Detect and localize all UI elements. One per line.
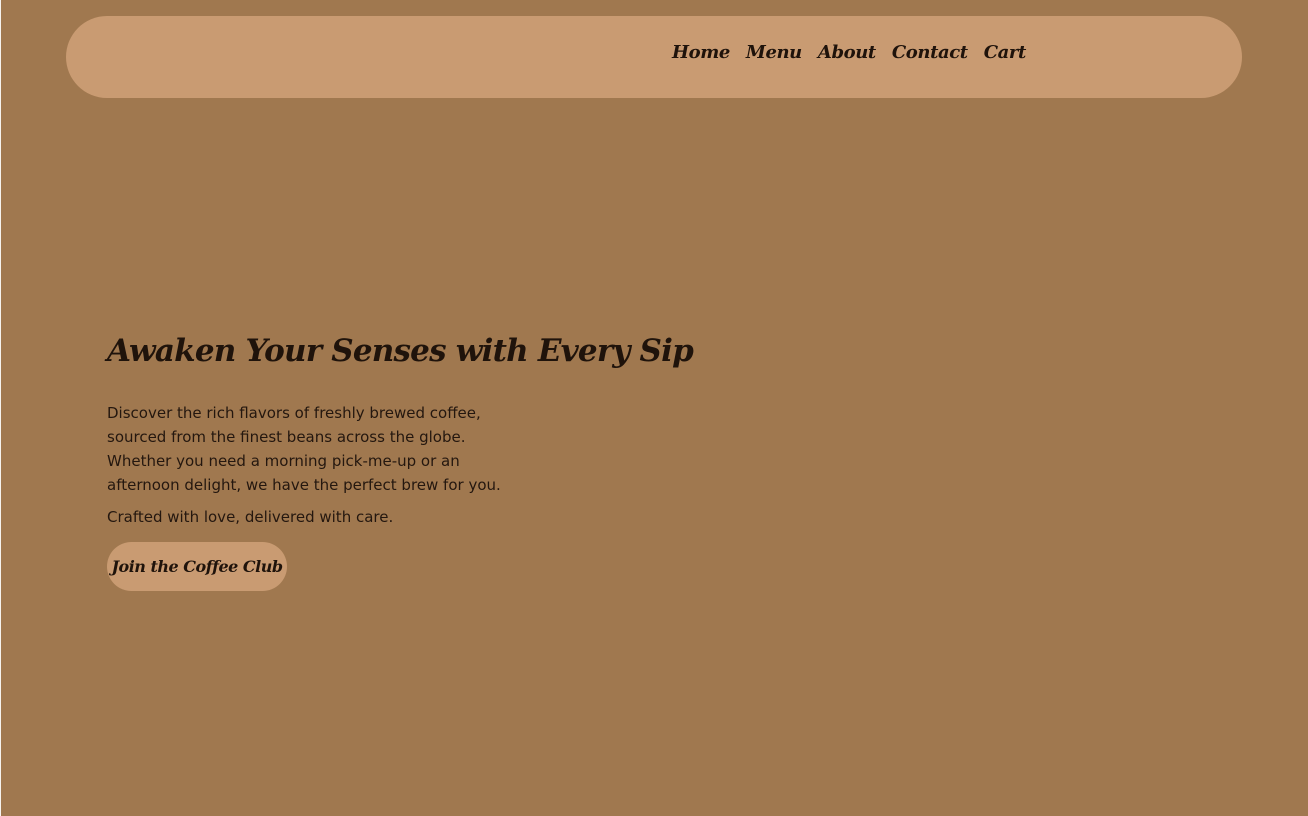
top-navbar [66, 16, 1242, 98]
nav-link-contact[interactable]: Contact [892, 42, 968, 63]
hero-tagline: Crafted with love, delivered with care. [107, 508, 394, 526]
page-left-edge [0, 0, 1, 816]
nav-link-cart[interactable]: Cart [984, 42, 1027, 63]
hero-title: Awaken Your Senses with Every Sip [107, 333, 694, 369]
hero-section: Awaken Your Senses with Every Sip Discov… [107, 327, 694, 591]
join-coffee-club-button[interactable]: Join the Coffee Club [107, 542, 287, 591]
nav-link-home[interactable]: Home [672, 42, 730, 63]
hero-description: Discover the rich flavors of freshly bre… [107, 404, 501, 494]
nav-link-about[interactable]: About [818, 42, 876, 63]
nav-link-menu[interactable]: Menu [746, 42, 802, 63]
main-navigation: Home Menu About Contact Cart [672, 42, 1026, 63]
